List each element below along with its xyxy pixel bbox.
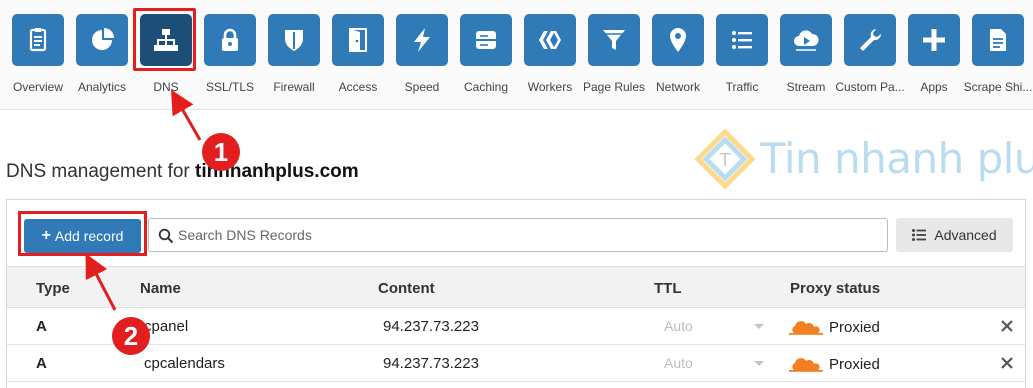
- nav-item-speed[interactable]: Speed: [390, 0, 454, 100]
- watermark-logo-icon: T: [694, 128, 756, 190]
- nav-label-scrape-shield: Scrape Shi...: [963, 80, 1033, 94]
- server-icon: [460, 14, 512, 66]
- table-row[interactable]: A cpanel 94.237.73.223 Auto Proxied: [7, 308, 1025, 345]
- search-input[interactable]: [178, 220, 878, 250]
- door-icon: [332, 14, 384, 66]
- page-title: DNS management for tinnhanhplus.com: [6, 161, 359, 183]
- column-header-proxy-status: Proxy status: [790, 280, 881, 297]
- chevron-down-icon: [754, 361, 764, 366]
- add-record-button[interactable]: + Add record: [24, 219, 141, 253]
- nav-item-page-rules[interactable]: Page Rules: [582, 0, 646, 100]
- watermark-text: Tin nhanh plus: [760, 134, 1033, 183]
- record-content: 94.237.73.223: [383, 318, 479, 335]
- search-field[interactable]: [148, 218, 888, 252]
- ttl-value: Auto: [664, 355, 693, 371]
- nav-item-workers[interactable]: Workers: [518, 0, 582, 100]
- plus-icon: +: [41, 227, 51, 244]
- nav-item-scrape-shield[interactable]: Scrape Shi...: [964, 0, 1032, 100]
- document-icon: [972, 14, 1024, 66]
- proxy-status[interactable]: Proxied: [789, 352, 880, 376]
- dns-toolbar: + Add record Advanced: [7, 200, 1025, 266]
- column-header-content[interactable]: Content: [378, 280, 435, 297]
- svg-text:T: T: [719, 150, 732, 171]
- nav-item-caching[interactable]: Caching: [454, 0, 518, 100]
- nav-item-access[interactable]: Access: [326, 0, 390, 100]
- record-type: A: [36, 355, 47, 372]
- plus-icon: [908, 14, 960, 66]
- table-header: Type Name Content TTL Proxy status: [7, 266, 1025, 308]
- proxy-status-label: Proxied: [829, 318, 880, 336]
- lightning-icon: [396, 14, 448, 66]
- nav-item-custom-pages[interactable]: Custom Pa...: [835, 0, 905, 100]
- advanced-button[interactable]: Advanced: [896, 218, 1013, 252]
- watermark: T Tin nhanh plus: [694, 128, 1033, 190]
- nav-item-traffic[interactable]: Traffic: [710, 0, 774, 100]
- add-record-label: Add record: [54, 228, 124, 244]
- record-type: A: [36, 318, 47, 335]
- search-icon: [158, 228, 174, 244]
- table-row[interactable]: A cpcalendars 94.237.73.223 Auto Proxied: [7, 345, 1025, 382]
- record-name: cpanel: [144, 318, 189, 335]
- step-badge-2: 2: [112, 317, 150, 355]
- cloud-icon: [789, 321, 823, 335]
- record-content: 94.237.73.223: [383, 355, 479, 372]
- list-icon: [912, 229, 927, 241]
- column-header-ttl[interactable]: TTL: [654, 280, 682, 297]
- nav-item-apps[interactable]: Apps: [902, 0, 966, 100]
- close-icon[interactable]: [1000, 319, 1014, 333]
- workers-icon: [524, 14, 576, 66]
- list-icon: [716, 14, 768, 66]
- nav-item-overview[interactable]: Overview: [6, 0, 70, 100]
- nav-item-network[interactable]: Network: [646, 0, 710, 100]
- dns-icon: [140, 14, 192, 66]
- nav-item-analytics[interactable]: Analytics: [70, 0, 134, 100]
- ttl-value: Auto: [664, 318, 693, 334]
- funnel-icon: [588, 14, 640, 66]
- close-icon[interactable]: [1000, 356, 1014, 370]
- analytics-icon: [76, 14, 128, 66]
- wrench-icon: [844, 14, 896, 66]
- nav-item-ssl-tls[interactable]: SSL/TLS: [198, 0, 262, 100]
- ttl-select: Auto: [662, 316, 767, 336]
- nav-item-dns[interactable]: DNS: [134, 0, 198, 100]
- lock-icon: [204, 14, 256, 66]
- cloud-icon: [789, 358, 823, 372]
- proxy-status-label: Proxied: [829, 355, 880, 373]
- overview-icon: [12, 14, 64, 66]
- record-name: cpcalendars: [144, 355, 225, 372]
- dns-records-card: + Add record Advanced Type Name Content …: [6, 199, 1026, 388]
- map-pin-icon: [652, 14, 704, 66]
- step-badge-1: 1: [202, 133, 240, 171]
- cloud-play-icon: [780, 14, 832, 66]
- chevron-down-icon: [754, 324, 764, 329]
- top-navigation: Overview Analytics DNS SSL/TLS Firewall …: [0, 0, 1033, 110]
- proxy-status[interactable]: Proxied: [789, 315, 880, 339]
- column-header-type[interactable]: Type: [36, 280, 70, 297]
- nav-item-stream[interactable]: Stream: [774, 0, 838, 100]
- advanced-label: Advanced: [934, 227, 997, 243]
- nav-item-firewall[interactable]: Firewall: [262, 0, 326, 100]
- column-header-name[interactable]: Name: [140, 280, 181, 297]
- ttl-select: Auto: [662, 353, 767, 373]
- page-title-prefix: DNS management for: [6, 161, 196, 182]
- shield-icon: [268, 14, 320, 66]
